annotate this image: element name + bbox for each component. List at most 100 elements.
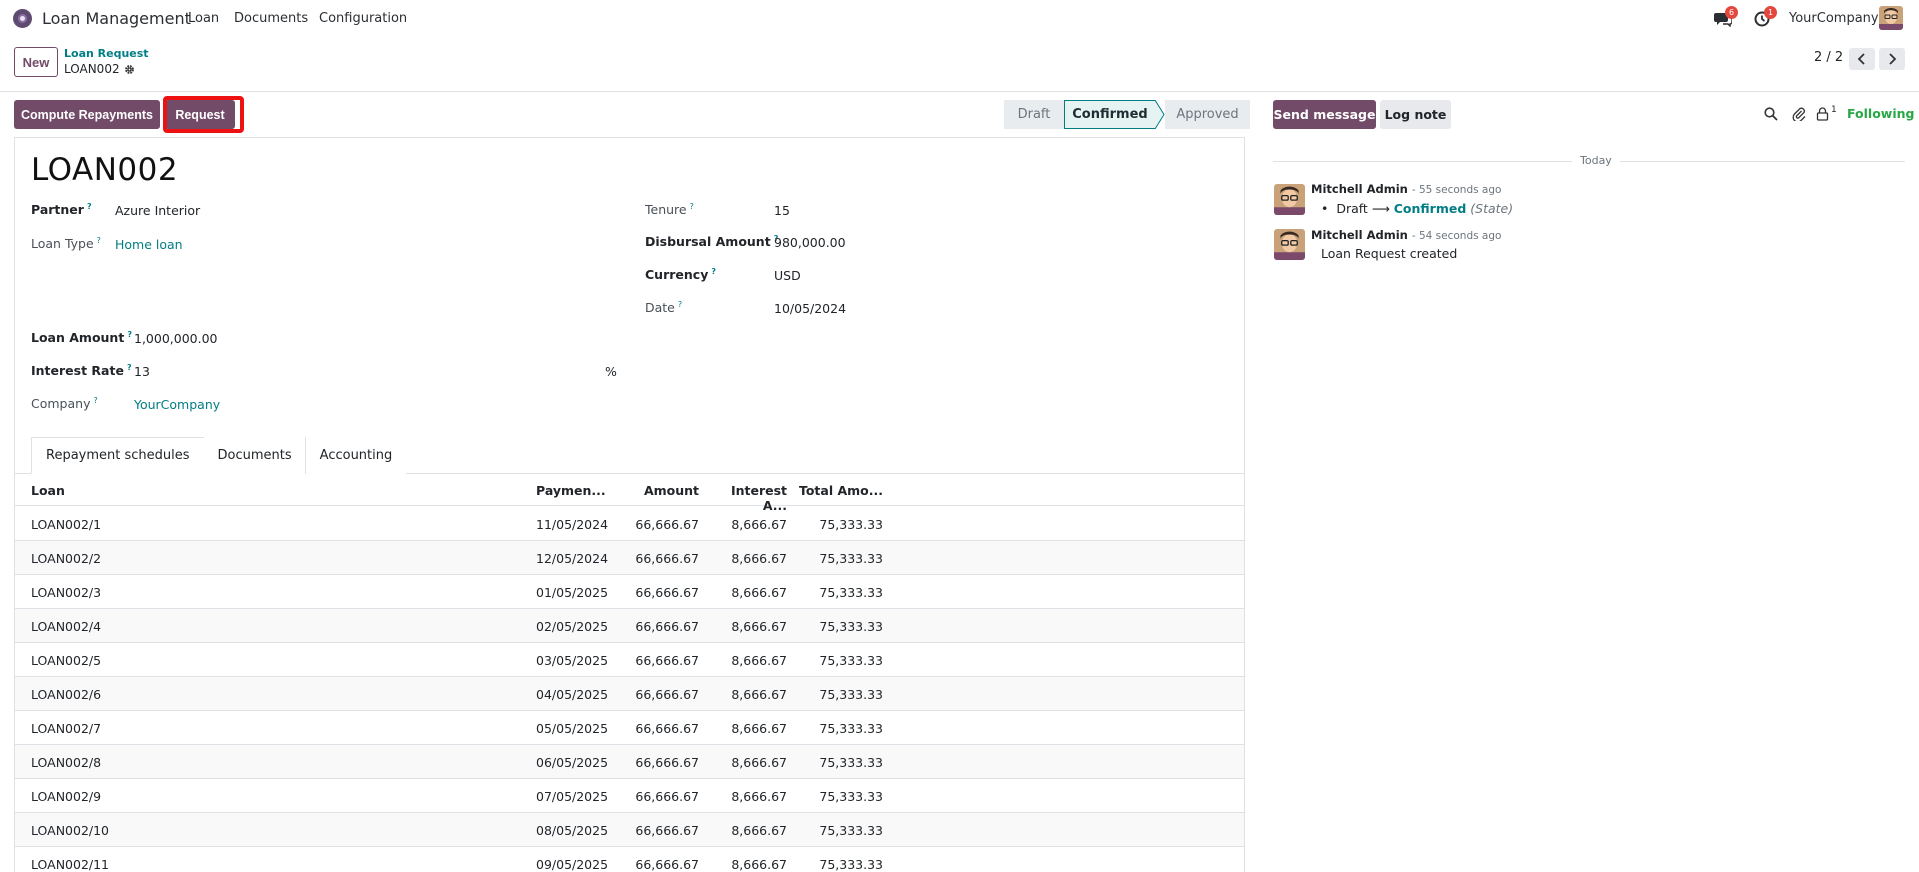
record-title[interactable]: LOAN002 <box>31 152 178 188</box>
table-row[interactable]: LOAN002/11 09/05/2025 66,666.67 8,666.67 75,… <box>15 847 1244 872</box>
table-row[interactable]: LOAN002/2 12/05/2024 66,666.67 8,666.67 75,3… <box>15 541 1244 575</box>
cell-interest-amount: 8,666.67 <box>731 789 787 804</box>
loan-type-field[interactable]: Home loan <box>115 237 183 252</box>
currency-field[interactable]: USD <box>774 268 801 283</box>
cell-loan: LOAN002/10 <box>31 823 110 838</box>
app-name[interactable]: Loan Management <box>42 9 191 28</box>
cell-total-amount: 75,333.33 <box>819 721 883 736</box>
cell-total-amount: 75,333.33 <box>819 857 883 872</box>
log-note-button[interactable]: Log note <box>1380 100 1451 129</box>
company-field[interactable]: YourCompany <box>134 397 220 412</box>
followers-button[interactable]: 1 <box>1816 104 1842 124</box>
cell-interest-amount: 8,666.67 <box>731 823 787 838</box>
status-arrow-icon <box>1155 100 1165 129</box>
send-message-button[interactable]: Send message <box>1273 100 1376 129</box>
cell-payment-date: 05/05/2025 <box>536 721 609 736</box>
gear-icon[interactable] <box>124 64 135 75</box>
app-logo-icon[interactable] <box>13 9 32 28</box>
col-amount[interactable]: Amount <box>615 483 699 498</box>
statusbar: Draft Confirmed Approved <box>1004 100 1250 129</box>
message-avatar[interactable] <box>1274 229 1305 260</box>
tab-repayment-schedules[interactable]: Repayment schedules <box>31 437 205 474</box>
cell-amount: 66,666.67 <box>635 585 699 600</box>
table-row[interactable]: LOAN002/3 01/05/2025 66,666.67 8,666.67 75,3… <box>15 575 1244 609</box>
cell-loan: LOAN002/1 <box>31 517 102 532</box>
interest-unit: % <box>605 364 617 379</box>
cell-total-amount: 75,333.33 <box>819 619 883 634</box>
user-avatar[interactable] <box>1879 6 1903 30</box>
cell-amount: 66,666.67 <box>635 857 699 872</box>
partner-label: Partner? <box>31 202 92 218</box>
cell-payment-date: 11/05/2024 <box>536 517 609 532</box>
company-switcher[interactable]: YourCompany <box>1789 11 1879 26</box>
pager-value[interactable]: 2 / 2 <box>1814 50 1843 65</box>
cell-payment-date: 04/05/2025 <box>536 687 609 702</box>
search-icon[interactable] <box>1761 104 1781 124</box>
table-row[interactable]: LOAN002/6 04/05/2025 66,666.67 8,666.67 75,3… <box>15 677 1244 711</box>
following-toggle[interactable]: Following <box>1847 106 1914 121</box>
menu-loan[interactable]: Loan <box>188 11 219 26</box>
message-author: Mitchell Admin - 55 seconds ago <box>1311 182 1502 196</box>
status-confirmed[interactable]: Confirmed <box>1064 100 1155 129</box>
cell-amount: 66,666.67 <box>635 653 699 668</box>
menu-configuration[interactable]: Configuration <box>319 11 407 26</box>
cell-total-amount: 75,333.33 <box>819 585 883 600</box>
interest-rate-field[interactable]: 13 <box>134 364 150 379</box>
cell-amount: 66,666.67 <box>635 619 699 634</box>
loan-amount-field[interactable]: 1,000,000.00 <box>134 331 218 346</box>
activities-clock-icon[interactable]: 1 <box>1752 6 1777 28</box>
cell-payment-date: 07/05/2025 <box>536 789 609 804</box>
pager-previous-button[interactable] <box>1849 48 1875 70</box>
cell-loan: LOAN002/2 <box>31 551 102 566</box>
partner-field[interactable]: Azure Interior <box>115 203 200 218</box>
cell-loan: LOAN002/3 <box>31 585 102 600</box>
pager-next-button[interactable] <box>1879 48 1905 70</box>
cell-interest-amount: 8,666.67 <box>731 857 787 872</box>
control-panel: New Loan Request LOAN002 2 / 2 <box>0 37 1919 92</box>
table-row[interactable]: LOAN002/5 03/05/2025 66,666.67 8,666.67 75,3… <box>15 643 1244 677</box>
paperclip-icon[interactable] <box>1789 104 1809 124</box>
loan-amount-label: Loan Amount? <box>31 330 132 346</box>
cell-amount: 66,666.67 <box>635 687 699 702</box>
compute-repayments-button[interactable]: Compute Repayments <box>14 100 160 129</box>
status-draft[interactable]: Draft <box>1004 100 1064 129</box>
cell-total-amount: 75,333.33 <box>819 517 883 532</box>
cell-interest-amount: 8,666.67 <box>731 755 787 770</box>
disbursal-amount-field[interactable]: 980,000.00 <box>774 235 846 250</box>
menu-documents[interactable]: Documents <box>234 11 308 26</box>
table-row[interactable]: LOAN002/8 06/05/2025 66,666.67 8,666.67 75,3… <box>15 745 1244 779</box>
new-button[interactable]: New <box>14 47 58 77</box>
col-payment-date[interactable]: Paymen... <box>536 483 606 498</box>
chevron-right-icon <box>1889 53 1897 65</box>
chevron-left-icon <box>1857 53 1865 65</box>
date-field[interactable]: 10/05/2024 <box>774 301 846 316</box>
message-tracking: • Draft ⟶ Confirmed (State) <box>1321 201 1514 216</box>
tab-documents[interactable]: Documents <box>203 437 306 474</box>
cell-loan: LOAN002/5 <box>31 653 102 668</box>
table-row[interactable]: LOAN002/10 08/05/2025 66,666.67 8,666.67 75,… <box>15 813 1244 847</box>
cell-loan: LOAN002/9 <box>31 789 102 804</box>
messages-icon[interactable]: 6 <box>1713 6 1738 28</box>
message-time: - 54 seconds ago <box>1411 230 1502 242</box>
status-approved[interactable]: Approved <box>1165 100 1250 129</box>
message-body: Loan Request created <box>1321 246 1458 261</box>
cell-amount: 66,666.67 <box>635 551 699 566</box>
breadcrumb-parent[interactable]: Loan Request <box>64 47 149 60</box>
table-row[interactable]: LOAN002/1 11/05/2024 66,666.67 8,666.67 75,3… <box>15 507 1244 541</box>
col-loan[interactable]: Loan <box>31 483 65 498</box>
cell-loan: LOAN002/8 <box>31 755 102 770</box>
tab-accounting[interactable]: Accounting <box>304 437 407 474</box>
cell-amount: 66,666.67 <box>635 755 699 770</box>
tenure-field[interactable]: 15 <box>774 203 790 218</box>
message-avatar[interactable] <box>1274 184 1305 215</box>
currency-label: Currency? <box>645 267 716 283</box>
col-total-amount[interactable]: Total Amo... <box>795 483 883 498</box>
table-row[interactable]: LOAN002/7 05/05/2025 66,666.67 8,666.67 75,3… <box>15 711 1244 745</box>
table-row[interactable]: LOAN002/9 07/05/2025 66,666.67 8,666.67 75,3… <box>15 779 1244 813</box>
cell-amount: 66,666.67 <box>635 823 699 838</box>
form-sheet: LOAN002 Partner? Azure Interior Loan Typ… <box>14 137 1245 872</box>
cell-payment-date: 08/05/2025 <box>536 823 609 838</box>
table-row[interactable]: LOAN002/4 02/05/2025 66,666.67 8,666.67 75,3… <box>15 609 1244 643</box>
cell-amount: 66,666.67 <box>635 517 699 532</box>
table-header: Loan Paymen... Amount Interest A... Tota… <box>15 474 1244 513</box>
